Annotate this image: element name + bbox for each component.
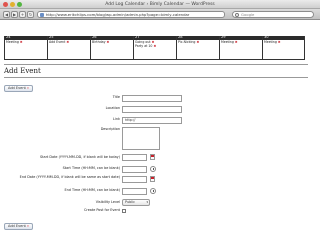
- maximize-window-icon[interactable]: [17, 2, 22, 7]
- back-button[interactable]: ◀: [3, 11, 10, 18]
- calendar-day-27[interactable]: 27 Going out✖ Party at 10✖: [134, 35, 177, 60]
- chevron-icon: »: [26, 224, 30, 228]
- description-label: Description: [100, 127, 120, 131]
- calendar-day-28[interactable]: 28 Pic-Nicking✖: [177, 35, 220, 60]
- end-time-input[interactable]: [122, 188, 147, 195]
- end-date-input[interactable]: [122, 176, 147, 183]
- start-date-input[interactable]: [122, 154, 147, 161]
- calendar-day-26[interactable]: 26 Birthday✖: [91, 35, 134, 60]
- title-input[interactable]: [122, 95, 182, 102]
- start-time-input[interactable]: [122, 166, 147, 173]
- remove-event-icon[interactable]: ✖: [20, 40, 23, 44]
- divider: [4, 77, 308, 78]
- visibility-label: Visibility Level: [95, 200, 120, 204]
- minimize-window-icon[interactable]: [10, 2, 15, 7]
- address-bar[interactable]: http://www.erikchlips.com/blog/wp-admin/…: [37, 11, 225, 18]
- address-text: http://www.erikchlips.com/blog/wp-admin/…: [46, 12, 190, 17]
- link-input[interactable]: http://: [122, 117, 182, 124]
- divider: [4, 64, 308, 65]
- calendar-day-25[interactable]: 25 Add Event✖: [48, 35, 91, 60]
- search-placeholder: Google: [241, 12, 255, 17]
- search-icon: [235, 13, 239, 17]
- calendar-day-29[interactable]: 29 Meeting✖: [220, 35, 263, 60]
- reload-button[interactable]: ↻: [27, 11, 34, 18]
- create-post-checkbox[interactable]: [122, 209, 126, 213]
- remove-event-icon[interactable]: ✖: [66, 40, 69, 44]
- clock-icon[interactable]: [150, 166, 156, 172]
- window-titlebar: Add Log Calendar › Bimly Calendar — Word…: [0, 0, 320, 9]
- end-date-label: End Date (YYYY-MM-DD, if blank will be s…: [19, 175, 120, 179]
- visibility-select[interactable]: Public ▾: [122, 199, 150, 206]
- remove-event-icon[interactable]: ✖: [153, 44, 156, 48]
- chevron-icon: »: [26, 86, 30, 90]
- close-window-icon[interactable]: [3, 2, 8, 7]
- calendar-event[interactable]: Party at 10✖: [135, 44, 156, 48]
- calendar-icon[interactable]: [150, 176, 155, 182]
- site-favicon-icon: [40, 13, 44, 17]
- search-field[interactable]: Google: [232, 11, 314, 18]
- calendar-event[interactable]: Birthday✖: [92, 40, 109, 44]
- browser-toolbar: ◀ ▶ + ↻ http://www.erikchlips.com/blog/w…: [0, 9, 320, 20]
- chevron-down-icon: ▾: [146, 200, 148, 204]
- calendar-day-24[interactable]: 24 Meeting✖: [5, 35, 48, 60]
- calendar-day-30[interactable]: 30 Meeting✖: [263, 35, 305, 60]
- calendar-icon[interactable]: [150, 154, 155, 160]
- description-textarea[interactable]: [122, 127, 160, 150]
- calendar-event[interactable]: Meeting✖: [6, 40, 23, 44]
- calendar-event[interactable]: Meeting✖: [264, 40, 281, 44]
- window-title: Add Log Calendar › Bimly Calendar — Word…: [105, 2, 215, 7]
- start-date-label: Start Date (YYYY-MM-DD, if blank will be…: [40, 155, 120, 159]
- start-time-label: Start Time (HH:MM, can be blank): [62, 166, 120, 170]
- forward-button[interactable]: ▶: [11, 11, 18, 18]
- location-input[interactable]: [122, 106, 182, 113]
- clock-icon[interactable]: [150, 188, 156, 194]
- create-post-label: Create Post for Event: [84, 208, 120, 212]
- remove-event-icon[interactable]: ✖: [107, 40, 110, 44]
- page-title: Add Event: [4, 67, 41, 75]
- calendar-event[interactable]: Pic-Nicking✖: [178, 40, 199, 44]
- remove-event-icon[interactable]: ✖: [196, 40, 199, 44]
- add-bookmark-button[interactable]: +: [19, 11, 26, 18]
- remove-event-icon[interactable]: ✖: [278, 40, 281, 44]
- location-label: Location: [105, 106, 120, 110]
- calendar-event[interactable]: Add Event✖: [49, 40, 69, 44]
- link-label: Link: [113, 117, 120, 121]
- calendar-week: 24 Meeting✖ 25 Add Event✖ 26 Birthday✖ 2…: [4, 35, 305, 60]
- calendar-event[interactable]: Meeting✖: [221, 40, 238, 44]
- remove-event-icon[interactable]: ✖: [235, 40, 238, 44]
- add-event-button-bottom[interactable]: Add Event»: [4, 223, 34, 230]
- title-label: Title: [112, 95, 120, 99]
- add-event-button-top[interactable]: Add Event»: [4, 85, 34, 92]
- end-time-label: End Time (HH:MM, can be blank): [64, 188, 120, 192]
